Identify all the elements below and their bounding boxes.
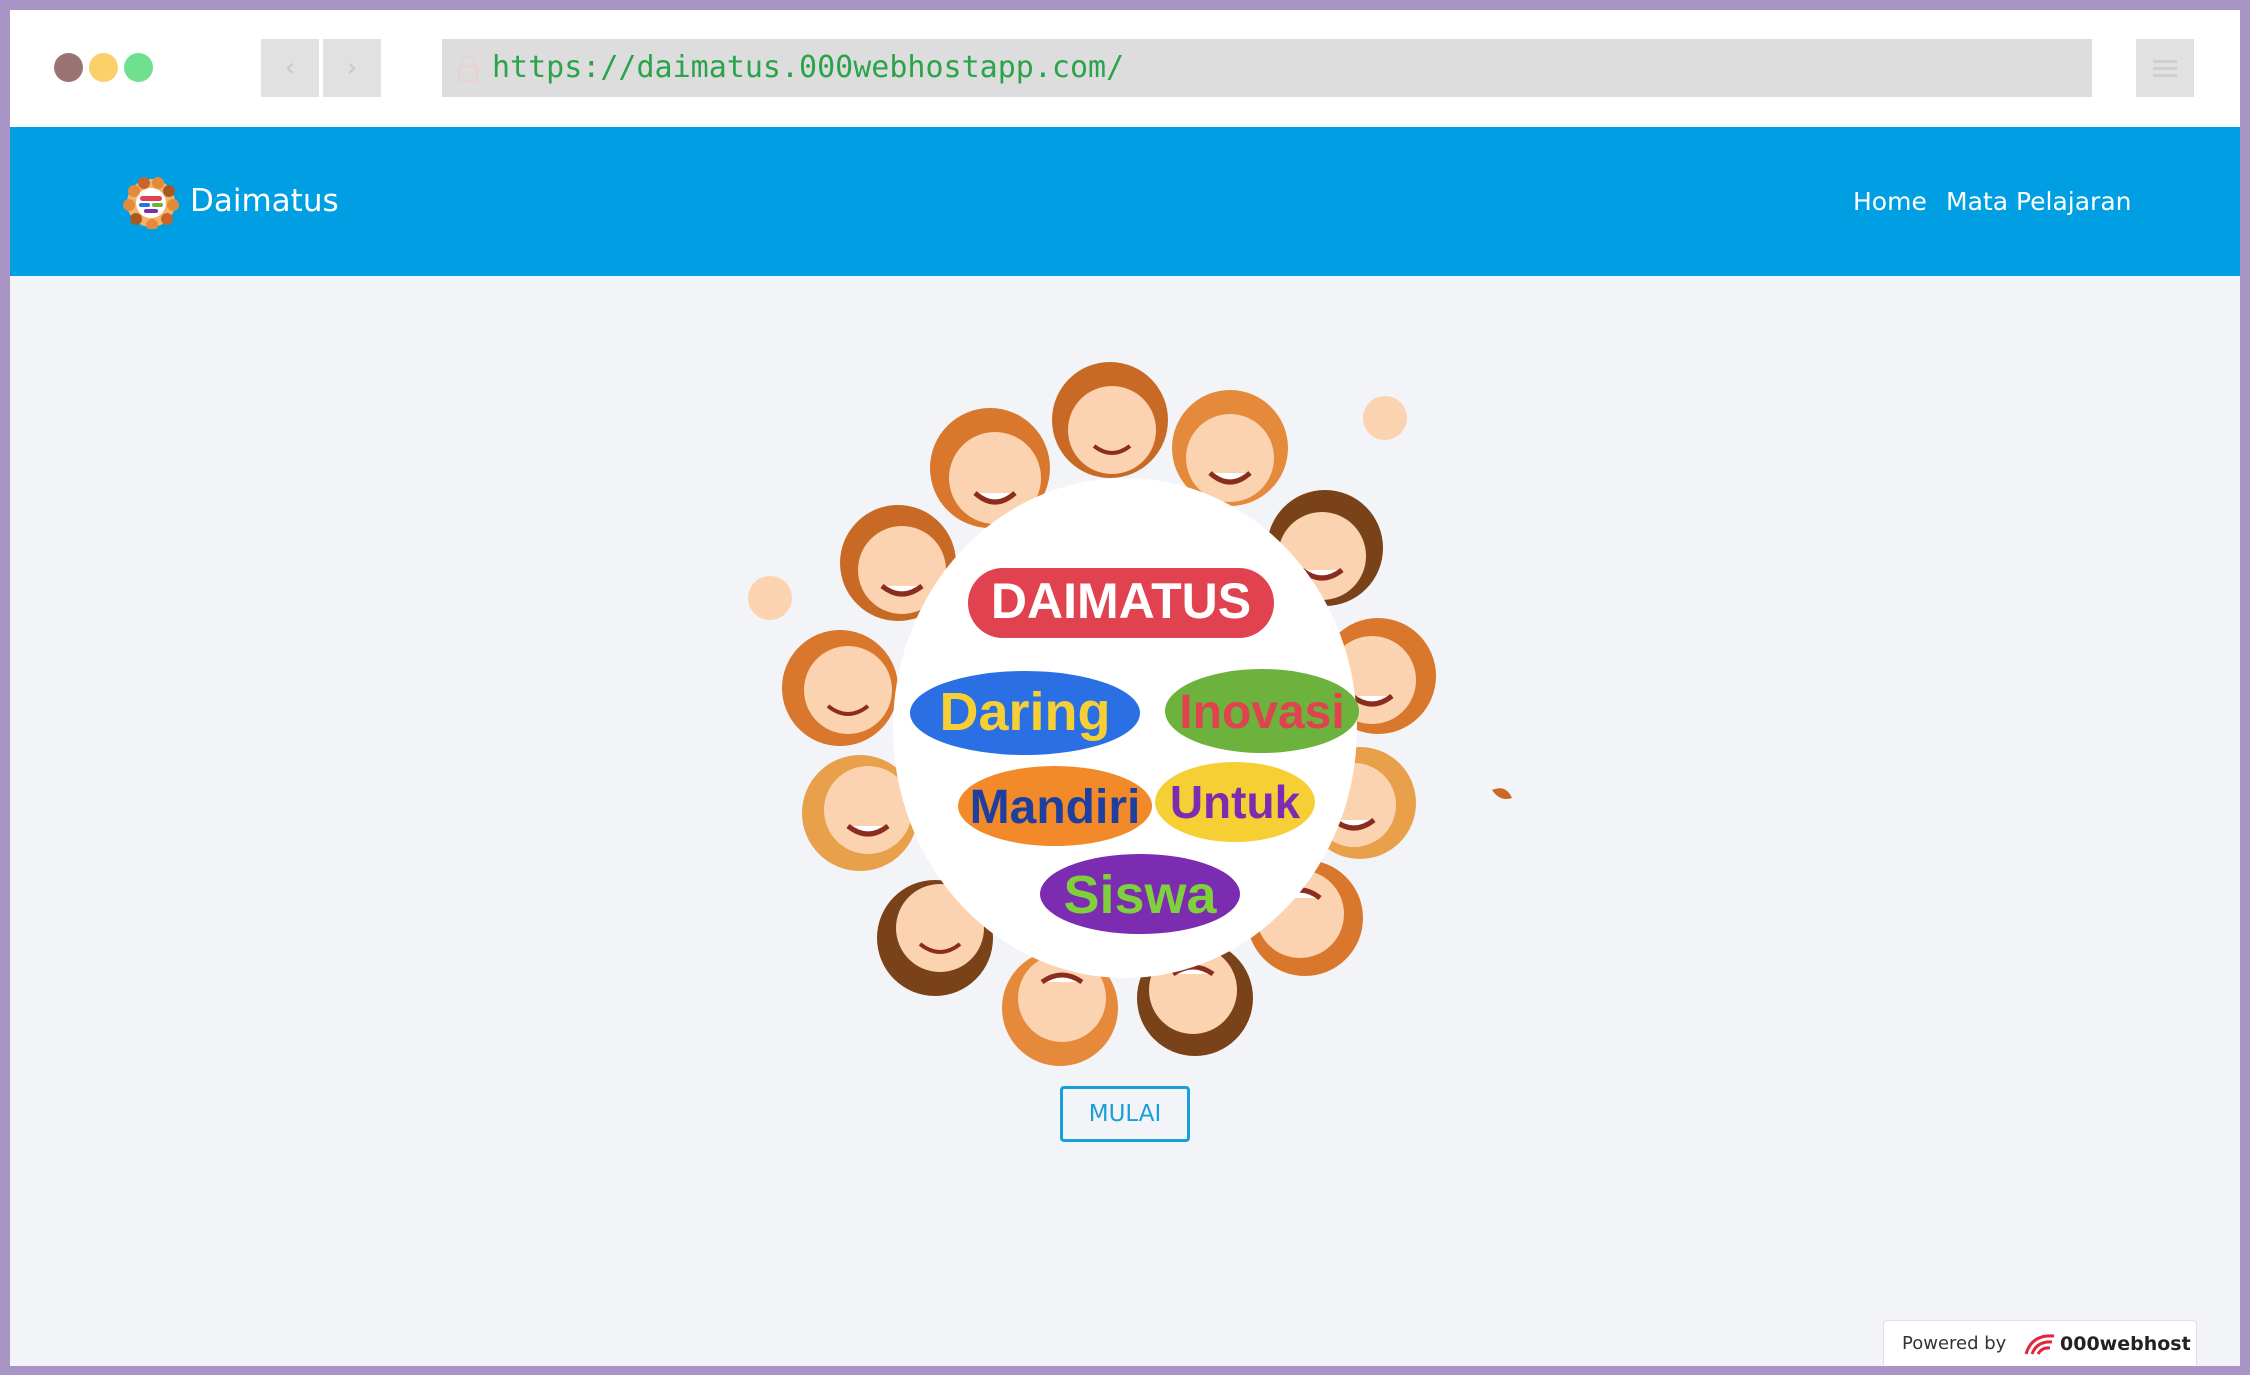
hero-word-daring: Daring <box>939 682 1110 742</box>
site-navbar: Daimatus Home Mata Pelajaran <box>10 127 2240 276</box>
hamburger-icon <box>2153 60 2177 63</box>
maximize-window-dot[interactable] <box>124 53 153 82</box>
hero-word-siswa: Siswa <box>1063 865 1217 925</box>
url-text: https://daimatus.000webhostapp.com/ <box>492 50 1125 85</box>
hero-word-untuk: Untuk <box>1170 776 1301 828</box>
brand-logo-icon <box>123 177 179 229</box>
forward-button[interactable]: › <box>323 39 381 97</box>
hero-word-mandiri: Mandiri <box>970 781 1141 834</box>
lock-icon <box>457 54 479 83</box>
browser-window: ‹ › https://daimatus.000webhostapp.com/ <box>10 10 2240 1366</box>
back-button[interactable]: ‹ <box>261 39 319 97</box>
chevron-right-icon: › <box>346 53 358 83</box>
browser-menu-button[interactable] <box>2136 39 2194 97</box>
browser-toolbar: ‹ › https://daimatus.000webhostapp.com/ <box>10 10 2240 127</box>
mulai-button[interactable]: MULAI <box>1060 1086 1190 1142</box>
hero-title: DAIMATUS <box>991 573 1251 629</box>
powered-by-label: Powered by <box>1902 1333 2007 1354</box>
webhost-brand: 000webhost <box>2060 1333 2191 1355</box>
nav-link-home[interactable]: Home <box>1853 127 1927 276</box>
hero-word-inovasi: Inovasi <box>1179 686 1344 739</box>
hero-illustration: DAIMATUS Daring Inovasi Mandiri Untuk Si… <box>748 362 1512 1066</box>
powered-by-badge[interactable]: Powered by 000webhost <box>1883 1320 2197 1366</box>
address-bar[interactable]: https://daimatus.000webhostapp.com/ <box>442 39 2092 97</box>
webhost-logo-icon <box>2024 1334 2055 1355</box>
close-window-dot[interactable] <box>54 53 83 82</box>
minimize-window-dot[interactable] <box>89 53 118 82</box>
chevron-left-icon: ‹ <box>284 53 296 83</box>
nav-link-mata-pelajaran[interactable]: Mata Pelajaran <box>1946 127 2132 276</box>
brand-name[interactable]: Daimatus <box>190 127 339 276</box>
